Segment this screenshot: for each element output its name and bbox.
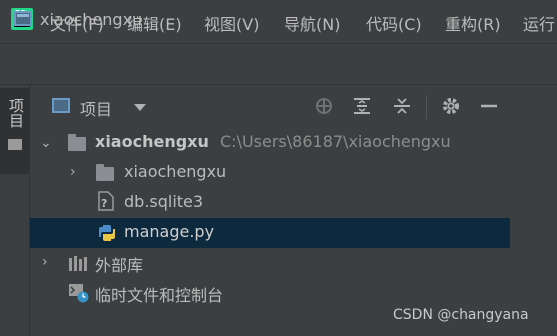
folder-icon [68,134,86,151]
python-file-icon [97,223,117,243]
locate-file-icon[interactable] [314,96,334,116]
chevron-down-icon[interactable] [134,104,146,111]
chevron-right-icon[interactable]: › [70,164,76,180]
tree-item-manage-file[interactable]: manage.py [124,222,214,241]
project-folder-icon [14,11,32,26]
breadcrumb-project[interactable]: xiaochengxu [40,10,142,29]
toolbar-divider [426,95,427,119]
tree-item-scratches[interactable]: 临时文件和控制台 [95,282,223,306]
svg-text:?: ? [101,197,107,210]
navigation-bar [0,43,557,85]
project-view-title[interactable]: 项目 [80,96,112,120]
collapse-all-icon[interactable] [392,96,412,116]
tree-item-external-libraries[interactable]: 外部库 [95,252,143,276]
menu-view[interactable]: 视图(V) [204,11,259,35]
folder-icon [96,164,114,181]
chevron-right-icon[interactable]: › [42,254,48,270]
tree-item-subfolder[interactable]: xiaochengxu [124,162,226,181]
menu-navigate[interactable]: 导航(N) [284,11,340,35]
tree-root-name[interactable]: xiaochengxu [95,132,209,151]
project-stripe-label[interactable]: 项目 [6,98,27,128]
project-view-icon [52,98,70,113]
chevron-down-icon[interactable]: ⌄ [40,135,52,151]
gear-icon[interactable] [441,96,461,116]
folder-icon [8,139,22,150]
tree-root-path: C:\Users\86187\xiaochengxu [220,132,451,151]
library-icon [68,254,88,272]
watermark-text: CSDN @changyana [393,307,529,323]
menu-run[interactable]: 运行 [523,11,555,35]
hide-icon[interactable] [479,96,499,116]
scratches-icon [68,283,90,303]
unknown-file-icon: ? [98,191,114,211]
menu-refactor[interactable]: 重构(R) [445,11,501,35]
tree-item-db-file[interactable]: db.sqlite3 [124,192,203,211]
expand-all-icon[interactable] [352,96,372,116]
menu-code[interactable]: 代码(C) [366,11,422,35]
